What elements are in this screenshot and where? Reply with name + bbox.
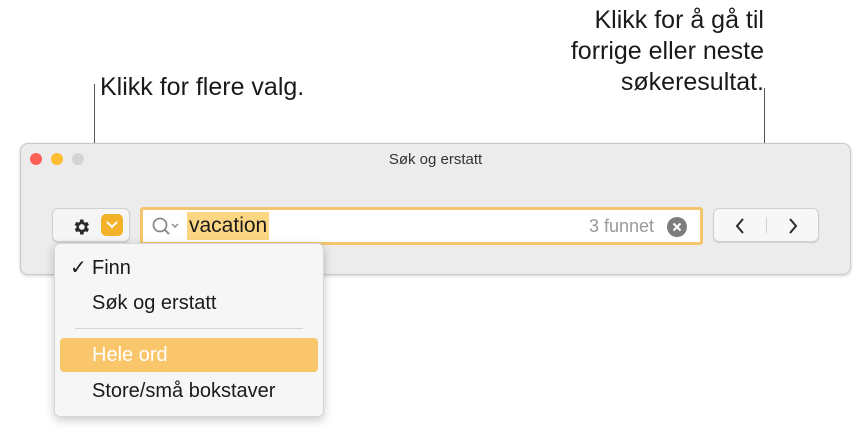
options-button[interactable] [52,208,130,242]
result-count: 3 funnet [588,216,654,236]
menu-item-find[interactable]: ✓ Finn [60,251,318,285]
callout-more-options: Klikk for flere valg. [100,73,305,101]
menu-separator [75,328,303,329]
options-dropdown-button[interactable] [101,214,123,236]
checkmark-icon: ✓ [70,257,87,279]
menu-item-label: Store/små bokstaver [92,380,276,402]
clear-icon[interactable] [667,217,687,237]
callout-line: søkeresultat. [620,68,764,96]
previous-result-button[interactable] [714,209,766,241]
result-navigation [713,208,819,242]
search-input[interactable]: vacation 3 funnet [140,207,703,245]
callout-line: forrige eller neste [570,37,764,65]
callout-line: Klikk for å gå til [594,6,764,34]
menu-item-match-case[interactable]: Store/små bokstaver [60,374,318,408]
gear-icon [74,219,89,235]
window-title: Søk og erstatt [388,151,483,168]
menu-item-whole-words[interactable]: Hele ord [60,338,318,372]
menu-item-find-replace[interactable]: Søk og erstatt [60,286,318,320]
menu-item-label: Søk og erstatt [92,292,217,314]
next-result-button[interactable] [767,209,819,241]
chevron-down-icon [106,221,118,229]
chevron-right-icon [789,218,798,234]
menu-item-label: Finn [92,257,131,279]
title-bar: Søk og erstatt [21,144,850,174]
callout-navigate-results: Klikk for å gå til forrige eller neste s… [571,5,764,98]
search-icon[interactable] [151,216,181,238]
menu-item-label: Hele ord [92,344,168,366]
chevron-left-icon [735,218,744,234]
search-query: vacation [187,212,270,240]
options-menu: ✓ Finn Søk og erstatt Hele ord Store/små… [54,243,324,417]
